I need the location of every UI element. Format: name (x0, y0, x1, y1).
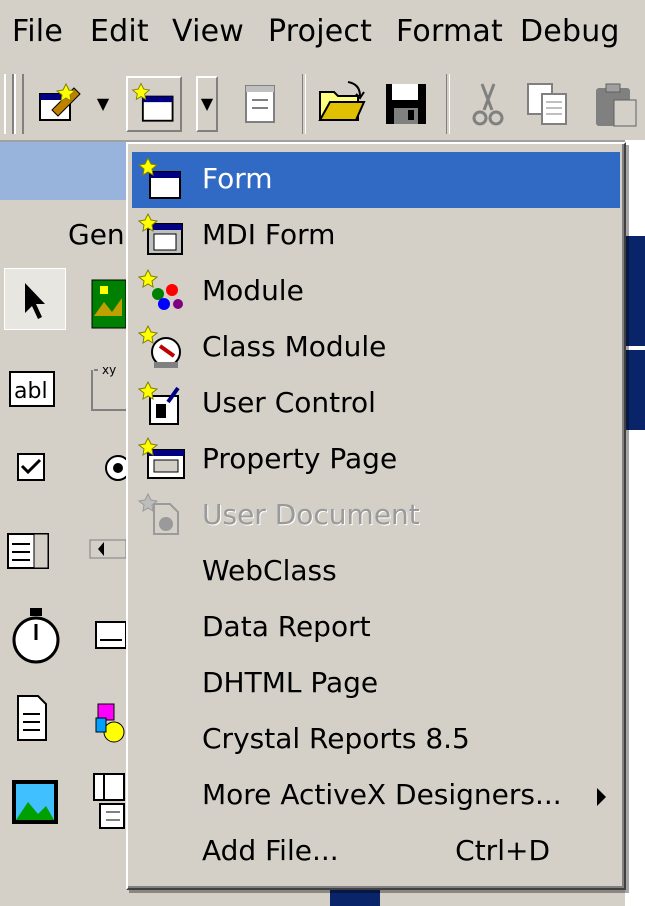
add-form-menu: Form MDI Form Module Class Module User C… (126, 142, 626, 890)
data-icon[interactable] (90, 768, 126, 829)
add-form-dropdown[interactable]: ▼ (196, 76, 218, 132)
svg-text:xy: xy (102, 363, 116, 377)
hscrollbar-icon[interactable] (88, 530, 127, 590)
menu-item-user-control[interactable]: User Control (132, 376, 620, 432)
menu-item-dhtml-page[interactable]: DHTML Page (132, 656, 620, 712)
svg-text:abl: abl (14, 379, 48, 404)
drivelistbox-icon[interactable] (94, 616, 127, 676)
menu-item-label: MDI Form (202, 218, 336, 251)
menu-item-module[interactable]: Module (132, 264, 620, 320)
save-project-icon[interactable] (378, 76, 434, 132)
copy-icon[interactable] (520, 76, 576, 132)
menu-debug[interactable]: Debug (520, 14, 620, 49)
menu-item-webclass[interactable]: WebClass (132, 544, 620, 600)
menu-item-label: WebClass (202, 554, 337, 587)
menu-bar: File Edit View Project Format Debug (0, 0, 645, 69)
pointer-icon[interactable] (4, 268, 66, 330)
toolbar-separator (446, 74, 450, 134)
window-title-bar (625, 236, 645, 346)
checkbox-icon[interactable] (14, 440, 74, 500)
standard-toolbar: ▼ ▼ (0, 68, 645, 142)
menu-item-label: Class Module (202, 330, 387, 363)
textbox-icon[interactable]: abl (8, 362, 68, 422)
listbox-icon[interactable] (6, 524, 66, 584)
class-module-icon (137, 324, 190, 372)
menu-item-data-report[interactable]: Data Report (132, 600, 620, 656)
menu-item-label: Crystal Reports 8.5 (202, 722, 470, 755)
menu-item-shortcut: Ctrl+D (455, 834, 550, 867)
add-project-icon[interactable] (34, 76, 90, 132)
menu-item-label: Property Page (202, 442, 398, 475)
module-icon (137, 268, 190, 316)
window-title-bar (625, 350, 645, 430)
toolbar-grip[interactable] (4, 74, 14, 134)
menu-item-form[interactable]: Form (132, 152, 620, 208)
menu-file[interactable]: File (12, 14, 63, 49)
add-form-icon[interactable] (126, 76, 182, 132)
menu-item-label: User Control (202, 386, 376, 419)
open-project-icon[interactable] (314, 76, 370, 132)
menu-item-user-document: User Document (132, 488, 620, 544)
menu-view[interactable]: View (172, 14, 244, 49)
mdi-form-icon (137, 212, 190, 260)
shape-icon[interactable] (94, 700, 126, 760)
menu-editor-icon[interactable] (232, 76, 288, 132)
user-control-icon (137, 380, 190, 428)
menu-item-more-activex-designers[interactable]: More ActiveX Designers... (132, 768, 620, 824)
add-project-dropdown[interactable]: ▼ (92, 76, 114, 132)
menu-item-label: Data Report (202, 610, 371, 643)
toolbar-grip[interactable] (14, 74, 24, 134)
menu-edit[interactable]: Edit (90, 14, 149, 49)
optionbutton-icon[interactable] (96, 440, 131, 500)
timer-icon[interactable] (8, 600, 68, 664)
toolbar-separator (302, 74, 306, 134)
menu-item-label: User Document (202, 498, 420, 531)
toolbox-tab-general[interactable]: Gen (68, 218, 125, 251)
menu-item-label: Add File... (202, 834, 339, 867)
menu-item-property-page[interactable]: Property Page (132, 432, 620, 488)
picturebox-icon[interactable] (90, 276, 127, 336)
menu-format[interactable]: Format (396, 14, 503, 49)
toolbox-title-bar (0, 142, 130, 200)
filelistbox-icon[interactable] (14, 690, 74, 750)
menu-item-label: Module (202, 274, 304, 307)
menu-item-class-module[interactable]: Class Module (132, 320, 620, 376)
menu-item-label: DHTML Page (202, 666, 379, 699)
menu-item-add-file[interactable]: Add File... Ctrl+D (132, 824, 620, 880)
property-page-icon (137, 436, 190, 484)
submenu-arrow-icon (597, 788, 606, 806)
menu-project[interactable]: Project (268, 14, 372, 49)
user-document-icon (137, 492, 190, 540)
menu-item-mdi-form[interactable]: MDI Form (132, 208, 620, 264)
frame-icon[interactable]: xy (88, 356, 126, 416)
form-icon (137, 156, 190, 204)
cut-icon[interactable] (460, 76, 516, 132)
menu-item-label: More ActiveX Designers... (202, 778, 562, 811)
menu-item-label: Form (202, 162, 273, 195)
menu-item-crystal-reports[interactable]: Crystal Reports 8.5 (132, 712, 620, 768)
image-icon[interactable] (10, 774, 70, 834)
paste-icon[interactable] (590, 76, 645, 132)
